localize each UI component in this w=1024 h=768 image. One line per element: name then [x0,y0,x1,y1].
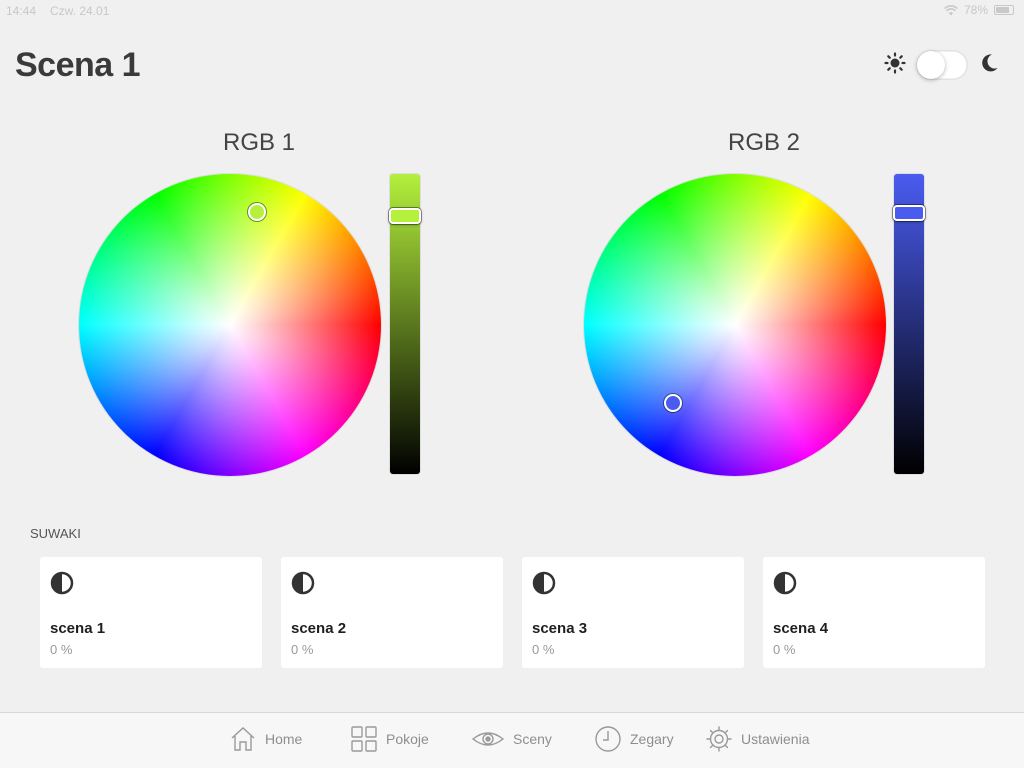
half-circle-icon [50,571,74,600]
battery-percent: 78% [963,3,988,17]
scene-card-value: 0 % [50,642,73,657]
tab-ustawienia-label: Ustawienia [741,731,810,747]
status-time: 14:44 [6,4,37,18]
rgb-1-label: RGB 1 [222,129,296,156]
toggle-knob [917,51,945,79]
rgb-2-label: RGB 2 [727,129,801,156]
moon-icon [978,52,1000,79]
gear-icon [705,725,733,753]
rgb-2-color-picker[interactable] [664,394,682,412]
grid-icon [350,725,378,753]
rgb-1-color-wheel[interactable] [79,174,381,476]
dark-mode-toggle[interactable] [916,50,968,80]
half-circle-icon [291,571,315,600]
section-label-suwaki: SUWAKI [30,526,81,541]
tab-sceny[interactable]: Sceny [471,725,552,753]
scene-card-1[interactable]: scena 1 0 % [40,557,262,668]
home-icon [229,725,257,753]
scene-card-value: 0 % [291,642,314,657]
tab-home[interactable]: Home [229,725,302,753]
tab-pokoje[interactable]: Pokoje [350,725,429,753]
clock-icon [594,725,622,753]
scene-card-value: 0 % [532,642,555,657]
status-date: Czw. 24.01 [50,4,110,18]
rgb-2-slider-handle[interactable] [893,205,925,221]
scene-card-title: scena 2 [291,620,347,637]
sun-icon [884,51,906,79]
scene-card-title: scena 3 [532,620,588,637]
page-title: Scena 1 [15,46,141,84]
status-bar: 14:44 Czw. 24.01 78% [0,0,1024,20]
half-circle-icon [773,571,797,600]
rgb-2-color-wheel[interactable] [584,174,886,476]
tab-pokoje-label: Pokoje [386,731,429,747]
half-circle-icon [532,571,556,600]
scene-card-2[interactable]: scena 2 0 % [281,557,503,668]
tab-zegary-label: Zegary [630,731,674,747]
scene-card-title: scena 1 [50,620,106,637]
rgb-2-brightness-slider[interactable] [893,174,925,474]
tab-sceny-label: Sceny [513,731,552,747]
battery-icon [994,5,1014,15]
tab-zegary[interactable]: Zegary [594,725,674,753]
scene-card-value: 0 % [773,642,796,657]
eye-icon [471,725,505,753]
tab-bar: Home Pokoje Sceny Zegary Ustawienia [0,712,1024,768]
scene-card-4[interactable]: scena 4 0 % [763,557,985,668]
status-right: 78% [944,3,1014,17]
wifi-icon [944,4,958,16]
rgb-1-brightness-slider[interactable] [389,174,421,474]
tab-ustawienia[interactable]: Ustawienia [705,725,809,753]
rgb-1-slider-handle[interactable] [389,208,421,224]
theme-toggle-group [884,50,1000,80]
tab-home-label: Home [265,731,303,747]
scene-cards: scena 1 0 % scena 2 0 % scena 3 0 % scen… [40,557,985,668]
scene-card-title: scena 4 [773,620,829,637]
scene-card-3[interactable]: scena 3 0 % [522,557,744,668]
rgb-1-color-picker[interactable] [248,203,266,221]
